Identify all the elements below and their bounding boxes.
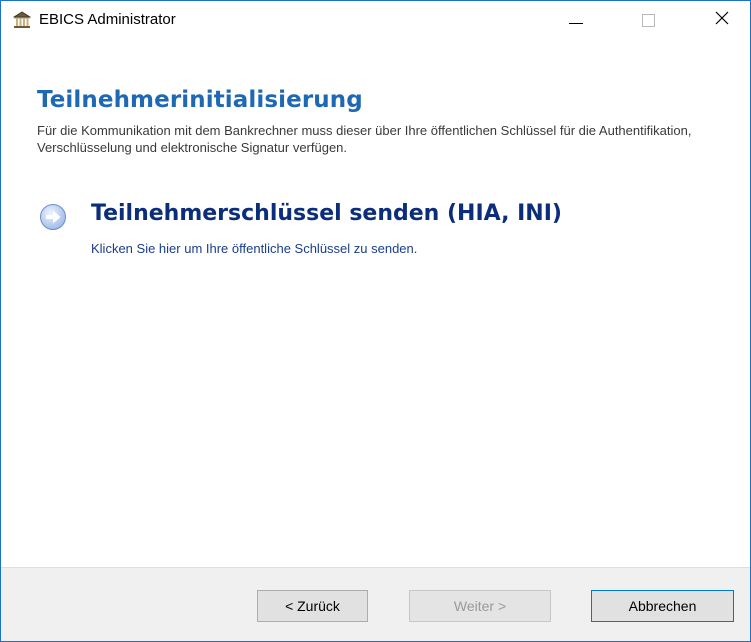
page-description: Für die Kommunikation mit dem Bankrechne… [37,123,692,155]
arrow-right-circle-icon [39,203,67,231]
window-title: EBICS Administrator [39,11,176,28]
maximize-icon [641,13,655,27]
close-button[interactable] [695,1,749,39]
wizard-window: EBICS Administrator Teilnehmerinitialisi… [0,0,751,642]
back-button[interactable]: < Zurück [257,590,368,622]
close-icon [715,11,729,30]
cancel-button[interactable]: Abbrechen [591,590,734,622]
command-link-description: Klicken Sie hier um Ihre öffentliche Sch… [91,241,418,256]
page-title: Teilnehmerinitialisierung [37,87,363,113]
minimize-icon [569,22,583,24]
title-bar[interactable]: EBICS Administrator [1,1,750,39]
minimize-button[interactable] [549,1,603,39]
maximize-button[interactable] [621,1,675,39]
command-link-title: Teilnehmerschlüssel senden (HIA, INI) [91,201,562,226]
button-bar: < Zurück Weiter > Abbrechen [1,567,750,641]
next-button[interactable]: Weiter > [409,590,551,622]
send-keys-command-link[interactable]: Teilnehmerschlüssel senden (HIA, INI) Kl… [35,197,655,267]
bank-building-icon [12,11,32,29]
